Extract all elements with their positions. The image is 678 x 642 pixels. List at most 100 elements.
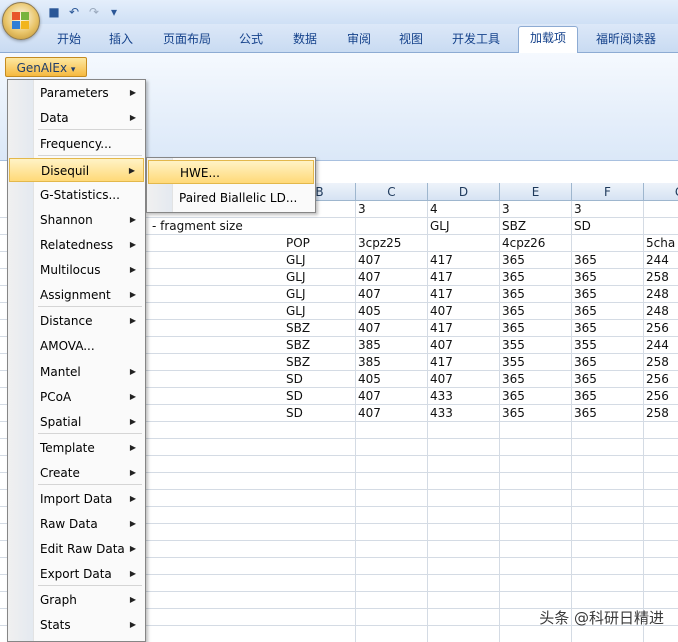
grid-cell[interactable] [500, 456, 572, 473]
grid-cell[interactable] [284, 439, 356, 456]
menu-item-create[interactable]: Create ▶ [9, 461, 144, 485]
grid-cell[interactable] [644, 439, 678, 456]
grid-cell[interactable] [428, 541, 500, 558]
grid-cell[interactable]: 365 [572, 252, 644, 269]
menu-item-import-data[interactable]: Import Data ▶ [9, 487, 144, 511]
grid-cell[interactable]: 385 [356, 337, 428, 354]
grid-cell[interactable] [572, 524, 644, 541]
grid-cell[interactable]: 355 [500, 354, 572, 371]
grid-cell[interactable]: 3 [356, 201, 428, 218]
grid-cell[interactable] [356, 473, 428, 490]
grid-cell[interactable] [572, 456, 644, 473]
grid-cell[interactable] [500, 541, 572, 558]
grid-cell[interactable]: 407 [356, 405, 428, 422]
grid-cell[interactable]: 365 [500, 405, 572, 422]
grid-cell[interactable] [428, 235, 500, 252]
tab-developer[interactable]: 开发工具 [441, 28, 511, 51]
grid-cell[interactable] [500, 626, 572, 642]
grid-cell[interactable] [428, 609, 500, 626]
grid-cell[interactable]: 355 [500, 337, 572, 354]
grid-cell[interactable]: 4cpz26 [500, 235, 572, 252]
grid-cell[interactable] [356, 490, 428, 507]
grid-cell[interactable]: GLJ [284, 252, 356, 269]
grid-cell[interactable] [644, 456, 678, 473]
grid-cell[interactable]: GLJ [284, 286, 356, 303]
grid-cell[interactable] [284, 218, 356, 235]
grid-cell[interactable]: 4 [428, 201, 500, 218]
grid-cell[interactable] [356, 592, 428, 609]
grid-cell[interactable] [500, 439, 572, 456]
grid-cell[interactable] [572, 575, 644, 592]
customize-toolbar-icon[interactable]: ▾ [106, 4, 122, 20]
tab-add-ins[interactable]: 加载项 [518, 26, 578, 53]
menu-item-mantel[interactable]: Mantel ▶ [9, 360, 144, 384]
grid-cell[interactable] [284, 558, 356, 575]
column-header-e[interactable]: E [500, 183, 572, 201]
undo-icon[interactable]: ↶ [66, 4, 82, 20]
grid-cell[interactable]: 248 [644, 303, 678, 320]
grid-cell[interactable] [644, 422, 678, 439]
grid-cell[interactable]: 365 [572, 388, 644, 405]
grid-cell[interactable]: GLJ [428, 218, 500, 235]
menu-item-template[interactable]: Template ▶ [9, 436, 144, 460]
grid-cell[interactable] [644, 473, 678, 490]
grid-cell[interactable]: SBZ [284, 354, 356, 371]
grid-cell[interactable]: 417 [428, 252, 500, 269]
tab-home[interactable]: 开始 [48, 28, 90, 51]
grid-cell[interactable]: 417 [428, 286, 500, 303]
tab-foxit-reader[interactable]: 福昕阅读器 [584, 28, 668, 51]
grid-cell[interactable]: 407 [428, 371, 500, 388]
menu-item-distance[interactable]: Distance ▶ [9, 309, 144, 333]
grid-cell[interactable]: SD [284, 405, 356, 422]
grid-cell[interactable]: 365 [572, 320, 644, 337]
grid-cell[interactable]: 365 [572, 303, 644, 320]
grid-cell[interactable]: 3 [500, 201, 572, 218]
column-header-g[interactable]: G [644, 183, 678, 201]
grid-cell[interactable]: SD [284, 388, 356, 405]
grid-cell[interactable]: 256 [644, 371, 678, 388]
grid-cell[interactable]: 248 [644, 286, 678, 303]
grid-cell[interactable] [572, 490, 644, 507]
column-header-d[interactable]: D [428, 183, 500, 201]
grid-cell[interactable]: 3 [572, 201, 644, 218]
grid-cell[interactable]: SBZ [500, 218, 572, 235]
grid-cell[interactable] [644, 490, 678, 507]
grid-cell[interactable]: 405 [356, 303, 428, 320]
grid-cell[interactable] [284, 524, 356, 541]
menu-item-multilocus[interactable]: Multilocus ▶ [9, 258, 144, 282]
menu-item-parameters[interactable]: Parameters ▶ [9, 81, 144, 105]
grid-cell[interactable] [500, 507, 572, 524]
grid-cell[interactable] [356, 541, 428, 558]
office-button[interactable] [2, 2, 40, 40]
tab-review[interactable]: 审阅 [337, 28, 381, 51]
grid-cell[interactable] [572, 473, 644, 490]
grid-cell[interactable] [284, 422, 356, 439]
grid-cell[interactable]: 365 [500, 320, 572, 337]
grid-cell[interactable] [356, 507, 428, 524]
grid-cell[interactable] [644, 541, 678, 558]
grid-cell[interactable] [356, 218, 428, 235]
grid-cell[interactable]: 355 [572, 337, 644, 354]
redo-icon[interactable]: ↷ [86, 4, 102, 20]
grid-cell[interactable] [428, 473, 500, 490]
grid-cell[interactable] [572, 541, 644, 558]
grid-cell[interactable] [572, 558, 644, 575]
grid-cell[interactable]: GLJ [284, 269, 356, 286]
grid-cell[interactable]: 405 [356, 371, 428, 388]
grid-cell[interactable]: 256 [644, 320, 678, 337]
grid-cell[interactable] [644, 218, 678, 235]
grid-cell[interactable] [428, 524, 500, 541]
grid-cell[interactable] [572, 439, 644, 456]
grid-cell[interactable]: 365 [500, 252, 572, 269]
grid-cell[interactable]: POP [284, 235, 356, 252]
grid-cell[interactable] [284, 541, 356, 558]
grid-cell[interactable] [356, 626, 428, 642]
grid-cell[interactable] [428, 490, 500, 507]
menu-item-hwe[interactable]: HWE... [148, 160, 314, 184]
grid-cell[interactable] [428, 456, 500, 473]
grid-cell[interactable]: 365 [500, 371, 572, 388]
grid-cell[interactable] [428, 439, 500, 456]
menu-item-relatedness[interactable]: Relatedness ▶ [9, 233, 144, 257]
grid-cell[interactable] [356, 558, 428, 575]
grid-cell[interactable] [500, 422, 572, 439]
